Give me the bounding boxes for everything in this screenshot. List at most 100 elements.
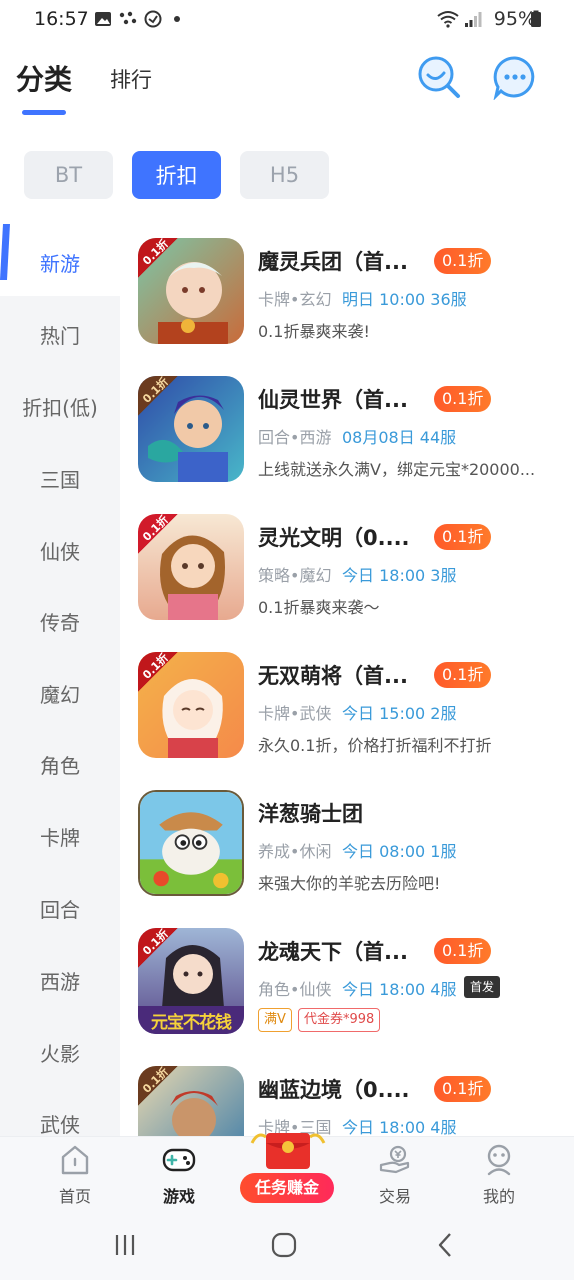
battery-icon [531,10,541,27]
trade-icon [379,1145,410,1174]
back-icon[interactable] [434,1231,456,1259]
gamepad-icon [162,1148,196,1172]
sidebar-item-hot[interactable]: 热门 [0,320,120,349]
list-item[interactable]: 0.1折 仙灵世界（首... 0.1折 回合•西游 08月08日 44服 上线就… [120,362,574,498]
game-icon: 0.1折 [138,514,244,620]
tasks-earn-label: 任务赚金 [240,1173,334,1203]
home-button-icon[interactable] [270,1231,298,1259]
wifi-icon [437,11,459,28]
sidebar-item-card[interactable]: 卡牌 [0,822,120,851]
discount-badge: 0.1折 [434,1076,492,1102]
game-tags: 卡牌•玄幻 [258,290,332,309]
voucher-badge: 代金券*998 [298,1008,381,1032]
chip-discount[interactable]: 折扣 [132,151,221,199]
list-item[interactable]: 0.1折 魔灵兵团（首... 0.1折 卡牌•玄幻 明日 10:00 36服 0… [120,224,574,360]
game-icon: 0.1折 [138,652,244,758]
game-tags: 角色•仙侠 [258,980,332,999]
sidebar-item-journey-west[interactable]: 西游 [0,966,120,995]
tab-category[interactable]: 分类 [16,58,72,98]
sidebar-item-turn-based[interactable]: 回合 [0,894,120,923]
game-name: 洋葱骑士团 [258,802,363,826]
sidebar-item-fantasy[interactable]: 魔幻 [0,679,120,708]
game-tags: 卡牌•武侠 [258,704,332,723]
home-icon [61,1145,89,1175]
server-schedule: 明日 10:00 36服 [342,290,467,309]
tab-label: 交易 [378,1187,411,1206]
notification-dot-icon [174,16,180,22]
vip-badge: 满V [258,1008,292,1032]
game-icon-banner: 元宝不花钱 [151,1013,232,1033]
game-icon: 0.1折 [138,1066,244,1136]
server-schedule: 今日 15:00 2服 [342,704,457,723]
game-icon [138,790,244,896]
discount-badge: 0.1折 [434,386,492,412]
tab-ranking[interactable]: 排行 [110,64,152,94]
game-icon: 0.1折 元宝不花钱 [138,928,244,1034]
list-item[interactable]: 0.1折 灵光文明（0.... 0.1折 策略•魔幻 今日 18:00 3服 0… [120,500,574,636]
tab-tasks[interactable]: 任务赚金 [230,1133,344,1221]
list-item[interactable]: 0.1折 元宝不花钱 龙魂天下（首... 0.1折 角色•仙侠 今日 18:00… [120,914,574,1050]
gallery-icon [95,12,111,26]
game-name: 灵光文明（0.... [258,526,410,550]
sidebar-item-xianxia[interactable]: 仙侠 [0,536,120,565]
tab-mine[interactable]: 我的 [442,1137,556,1221]
game-list: 0.1折 魔灵兵团（首... 0.1折 卡牌•玄幻 明日 10:00 36服 0… [120,224,574,1136]
tab-label: 首页 [58,1187,91,1206]
sidebar-item-new[interactable]: 新游 [0,248,120,277]
sidebar-item-three-kingdoms[interactable]: 三国 [0,464,120,493]
tab-label: 我的 [482,1187,515,1206]
list-item[interactable]: 洋葱骑士团 养成•休闲 今日 08:00 1服 来强大你的羊驼去历险吧! [120,776,574,912]
server-schedule: 今日 08:00 1服 [342,842,457,861]
recent-apps-icon[interactable] [112,1232,138,1258]
tab-label: 游戏 [162,1187,195,1206]
game-desc: 上线就送永久满V，绑定元宝*20000... [258,460,536,479]
sidebar-item-naruto[interactable]: 火影 [0,1038,120,1067]
discount-badge: 0.1折 [434,662,492,688]
message-icon[interactable] [492,54,538,100]
game-tags: 策略•魔幻 [258,566,332,585]
discount-badge: 0.1折 [434,938,492,964]
list-item[interactable]: 0.1折 无双萌将（首... 0.1折 卡牌•武侠 今日 15:00 2服 永久… [120,638,574,774]
category-sidebar: 新游 热门 折扣(低) 三国 仙侠 传奇 魔幻 角色 卡牌 回合 西游 火影 武… [0,224,120,1136]
game-icon: 0.1折 [138,376,244,482]
server-schedule: 08月08日 44服 [342,428,457,447]
sidebar-item-wuxia[interactable]: 武侠 [0,1109,120,1136]
game-name: 仙灵世界（首... [258,388,408,412]
dots-app-icon [119,11,137,25]
game-desc: 0.1折暴爽来袭～ [258,598,380,617]
status-bar: 16:57 95% [0,0,574,38]
signal-icon [465,12,482,27]
sidebar-item-legend[interactable]: 传奇 [0,607,120,636]
game-tags: 回合•西游 [258,428,332,447]
game-name: 无双萌将（首... [258,664,408,688]
game-icon: 0.1折 [138,238,244,344]
server-schedule: 今日 18:00 3服 [342,566,457,585]
first-release-badge: 首发 [464,976,501,998]
sidebar-item-low-discount[interactable]: 折扣(低) [0,392,120,421]
status-time: 16:57 [34,8,89,30]
profile-icon [487,1144,511,1176]
game-desc: 0.1折暴爽来袭! [258,322,370,341]
game-desc: 来强大你的羊驼去历险吧! [258,874,441,893]
bottom-tab-bar: 首页 游戏 任务赚金 交易 我的 [0,1133,574,1221]
chip-h5[interactable]: H5 [240,151,329,199]
active-tab-indicator [22,110,66,115]
discount-badge: 0.1折 [434,248,492,274]
shield-app-icon [144,10,162,28]
discount-badge: 0.1折 [434,524,492,550]
game-tags: 养成•休闲 [258,842,332,861]
search-icon[interactable] [416,54,462,100]
sidebar-item-rpg[interactable]: 角色 [0,750,120,779]
tab-trade[interactable]: 交易 [338,1137,452,1221]
chip-bt[interactable]: BT [24,151,113,199]
red-envelope-icon [250,1133,326,1169]
list-item[interactable]: 0.1折 幽蓝边境（0.... 0.1折 卡牌•三国 今日 18:00 4服 [120,1052,574,1136]
game-desc: 永久0.1折，价格打折福利不打折 [258,736,492,755]
game-name: 魔灵兵团（首... [258,250,408,274]
game-name: 龙魂天下（首... [258,940,408,964]
server-schedule: 今日 18:00 4服 [342,980,457,999]
tab-home[interactable]: 首页 [18,1137,132,1221]
tab-games[interactable]: 游戏 [122,1137,236,1221]
server-schedule: 今日 18:00 4服 [342,1118,457,1136]
game-name: 幽蓝边境（0.... [258,1078,410,1102]
